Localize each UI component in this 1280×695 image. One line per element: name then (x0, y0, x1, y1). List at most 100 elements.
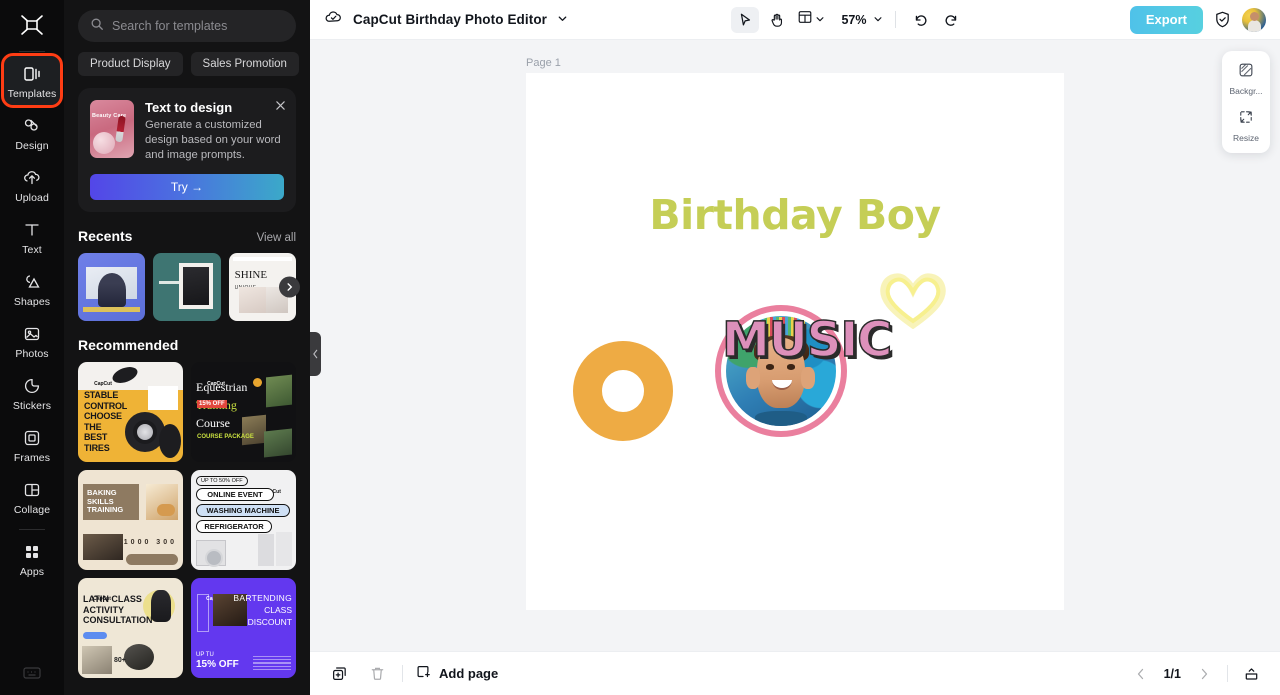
promo-lipstick-shape (115, 115, 126, 143)
card-line-2: CLASS (264, 605, 292, 615)
sidebar-item-label: Templates (7, 88, 57, 100)
background-icon (1237, 61, 1255, 84)
card-stat: 80+ (114, 657, 126, 664)
resize-tool[interactable]: Resize (1224, 106, 1268, 145)
capcut-logo-icon[interactable] (12, 8, 52, 42)
sidebar-item-label: Collage (13, 504, 51, 516)
canvas-title-text[interactable]: Birthday Boy (649, 191, 941, 239)
export-button[interactable]: Export (1129, 5, 1203, 34)
sidebar-item-shapes[interactable]: Shapes (4, 264, 60, 313)
canvas-tools: 57% (731, 6, 966, 33)
shield-check-icon[interactable] (1213, 10, 1232, 29)
list-item[interactable] (78, 253, 146, 321)
sidebar-item-frames[interactable]: Frames (4, 420, 60, 469)
search-icon (90, 17, 104, 36)
list-item[interactable]: CapCut BARTENDING CLASS DISCOUNT UP TU 1… (191, 578, 296, 678)
sidebar-item-photos[interactable]: Photos (4, 316, 60, 365)
frames-icon (21, 427, 43, 449)
search-bar[interactable] (78, 10, 296, 42)
text-icon (21, 219, 43, 241)
apps-grid-icon (21, 541, 43, 563)
list-item[interactable]: CapCut UP TO 50% OFF ONLINE EVENT WASHIN… (191, 470, 296, 570)
list-item[interactable]: CapCut Equestrian Training Course 15% OF… (191, 362, 296, 462)
sidebar-item-label: Apps (19, 566, 45, 578)
list-item[interactable]: CapCut BAKINGSKILLSTRAINING 30 1000 300 (78, 470, 183, 570)
chevron-down-icon[interactable] (557, 11, 568, 29)
rail-divider-top (19, 51, 45, 52)
shapes-icon (21, 271, 43, 293)
design-icon (21, 115, 43, 137)
list-item[interactable]: CapCut LATIN CLASS ACTIVITY CONSULTATION 8… (78, 578, 183, 678)
top-toolbar: CapCut Birthday Photo Editor 57% Export (310, 0, 1280, 40)
resize-tool-label: Resize (1233, 133, 1259, 143)
pages-panel-button[interactable] (1238, 661, 1264, 687)
page-indicator: 1/1 (1163, 666, 1181, 681)
templates-icon (21, 63, 43, 85)
canvas-music-text[interactable]: MUSIC (721, 311, 893, 369)
recents-next-button[interactable] (279, 276, 300, 298)
card-headline: STABLE CONTROL CHOOSE THE BEST TIRES (84, 390, 128, 453)
view-all-link[interactable]: View all (257, 232, 296, 244)
hand-tool-button[interactable] (763, 7, 791, 33)
upload-cloud-icon (21, 167, 43, 189)
donut-shape[interactable] (573, 341, 673, 441)
duplicate-page-button[interactable] (326, 661, 352, 687)
zoom-control[interactable]: 57% (839, 9, 885, 31)
page-title[interactable]: CapCut Birthday Photo Editor (353, 12, 547, 27)
undo-button[interactable] (906, 7, 934, 33)
page-navigation: 1/1 (1128, 661, 1264, 687)
sidebar-item-upload[interactable]: Upload (4, 160, 60, 209)
recents-header: Recents View all (78, 228, 296, 244)
panel-collapse-handle[interactable] (310, 332, 321, 376)
list-item[interactable] (153, 253, 221, 321)
chip-product-display[interactable]: Product Display (78, 52, 183, 76)
canvas-stage[interactable]: Page 1 Birthday Boy MUSIC Backgr... Resi… (310, 40, 1280, 651)
try-button[interactable]: Try → (90, 174, 284, 200)
recommended-header: Recommended (78, 337, 296, 353)
next-page-button[interactable] (1191, 661, 1217, 687)
select-tool-button[interactable] (731, 6, 760, 33)
toolbar-divider (895, 11, 897, 28)
cloud-saved-icon[interactable] (324, 8, 343, 32)
rail-divider-bottom (19, 529, 45, 530)
stickers-icon (21, 375, 43, 397)
close-icon[interactable] (275, 98, 286, 116)
templates-panel: Product Display Sales Promotion Beauty C… (64, 0, 310, 695)
card-off-label: 15% OFF (196, 659, 239, 670)
card-up-label: UP TU (196, 652, 214, 658)
background-tool[interactable]: Backgr... (1224, 59, 1268, 98)
sidebar-item-templates[interactable]: Templates (1, 53, 63, 108)
list-item[interactable]: CapCut STABLE CONTROL CHOOSE THE BEST TIRES (78, 362, 183, 462)
chevron-down-icon (815, 11, 825, 29)
add-page-icon (415, 664, 431, 683)
sidebar-item-apps[interactable]: Apps (4, 534, 60, 583)
sidebar-item-label: Frames (13, 452, 51, 464)
chip-sales-promotion[interactable]: Sales Promotion (190, 52, 299, 76)
keyboard-shortcuts-icon[interactable] (23, 666, 41, 695)
sidebar-item-collage[interactable]: Collage (4, 472, 60, 521)
layout-panel-icon (797, 9, 813, 30)
page-label: Page 1 (526, 57, 561, 69)
sidebar-item-text[interactable]: Text (4, 212, 60, 261)
sidebar-item-label: Shapes (13, 296, 51, 308)
text-to-design-card[interactable]: Beauty Care Text to design Generate a cu… (78, 88, 296, 212)
sidebar-item-design[interactable]: Design (4, 108, 60, 157)
user-avatar[interactable] (1242, 7, 1266, 32)
add-page-button[interactable]: Add page (415, 664, 498, 683)
redo-button[interactable] (938, 7, 966, 33)
bottom-divider-right (1227, 665, 1228, 682)
delete-page-button[interactable] (364, 661, 390, 687)
recommended-title: Recommended (78, 337, 179, 353)
sidebar-item-stickers[interactable]: Stickers (4, 368, 60, 417)
category-chips: Product Display Sales Promotion (78, 52, 299, 76)
promo-description: Generate a customized design based on yo… (145, 119, 281, 161)
sidebar-item-label: Photos (15, 348, 49, 360)
sidebar-item-label: Text (22, 244, 42, 256)
design-page[interactable]: Birthday Boy MUSIC (526, 73, 1064, 610)
canvas-right-tools: Backgr... Resize (1222, 51, 1270, 153)
card-tag: UP TO 50% OFF (196, 476, 248, 486)
card-row-3: REFRIGERATOR (196, 520, 272, 533)
layout-tool-button[interactable] (795, 7, 827, 32)
search-input[interactable] (112, 19, 284, 33)
prev-page-button[interactable] (1128, 661, 1154, 687)
